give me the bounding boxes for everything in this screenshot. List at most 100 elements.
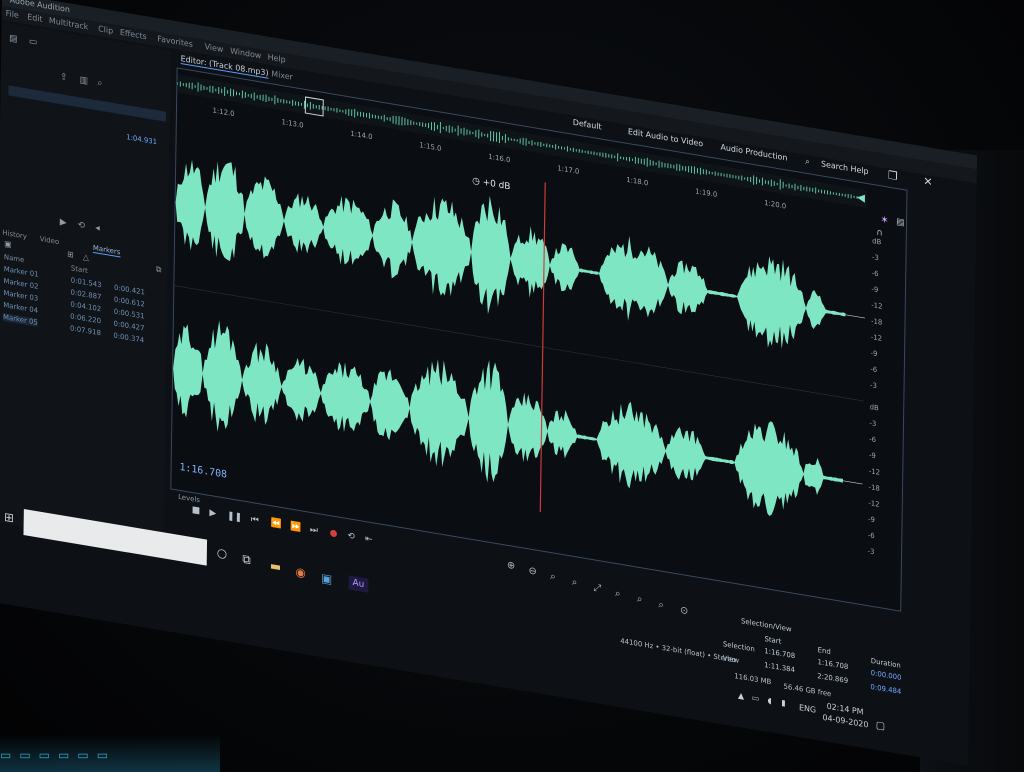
keyboard-keys: ▭▭▭▭▭▭ bbox=[0, 748, 117, 762]
marker-start: 0:01.543 bbox=[70, 276, 102, 290]
play-icon[interactable]: ▶ bbox=[60, 217, 67, 228]
ruler-tick-label: 1:20.0 bbox=[764, 198, 787, 211]
view-duration[interactable]: 0:09.484 bbox=[870, 683, 901, 696]
spectral-icon[interactable]: ✶ bbox=[880, 214, 888, 226]
files-icon[interactable]: ▤ bbox=[9, 33, 18, 44]
current-time-display: 1:16.708 bbox=[179, 461, 228, 481]
volume-icon[interactable]: ◂ bbox=[95, 223, 100, 234]
search-icon[interactable]: ⌕ bbox=[805, 157, 810, 168]
left-panels: ▤ ▭ ⇪ ▥ ⌕ 1:04.931 ▶ ⟲ ◂ History Video M… bbox=[0, 22, 171, 551]
zoom-in-time-icon[interactable]: ⌕ bbox=[550, 571, 556, 583]
delete-marker-icon[interactable]: ▣ bbox=[4, 239, 12, 249]
tray-chevron-icon[interactable]: ▲ bbox=[738, 691, 744, 701]
marker-duration: 0:00.421 bbox=[114, 283, 145, 297]
restore-icon[interactable]: ❐ bbox=[888, 169, 898, 184]
loop-icon[interactable]: ⟲ bbox=[347, 531, 355, 542]
table-row[interactable]: Marker 05 0:07.918 0:00.374 bbox=[2, 312, 144, 345]
zoom-out-time-icon[interactable]: ⌕ bbox=[572, 577, 578, 589]
zoom-reset-icon[interactable]: ⊙ bbox=[680, 605, 688, 617]
play-icon[interactable]: ▶ bbox=[209, 508, 216, 519]
level-icon[interactable]: ▥ bbox=[80, 75, 89, 86]
column-name: Name bbox=[3, 252, 25, 265]
selection-duration[interactable]: 0:00.000 bbox=[871, 669, 902, 682]
ruler-tick-label: 1:12.0 bbox=[212, 106, 235, 119]
column-start: Start bbox=[70, 264, 88, 276]
marker-duration: 0:00.612 bbox=[113, 295, 145, 309]
rewind-icon[interactable]: ⏪ bbox=[270, 518, 281, 530]
zoom-in-point-icon[interactable]: ⌕ bbox=[637, 594, 643, 606]
browser-icon[interactable]: ◉ bbox=[295, 564, 306, 580]
record-icon[interactable]: ● bbox=[330, 528, 338, 539]
selection-start[interactable]: 1:16.708 bbox=[764, 647, 795, 660]
menu-help[interactable]: Help bbox=[268, 53, 286, 65]
view-end[interactable]: 2:20.869 bbox=[817, 672, 848, 685]
levels-panel-label: Levels bbox=[178, 492, 200, 505]
db-label: -18 bbox=[868, 483, 880, 493]
ruler-tick-label: 1:16.0 bbox=[488, 152, 511, 165]
marker-duration: 0:00.427 bbox=[113, 319, 145, 333]
ruler-tick-label: 1:14.0 bbox=[350, 129, 373, 142]
loop-icon[interactable]: ⟲ bbox=[77, 220, 85, 231]
tray-battery-icon[interactable]: ▮ bbox=[781, 698, 785, 708]
file-explorer-icon[interactable]: ▬ bbox=[270, 558, 281, 574]
tab-markers[interactable]: Markers bbox=[92, 243, 121, 258]
db-label: -3 bbox=[869, 381, 877, 391]
cortana-icon[interactable]: ○ bbox=[217, 545, 228, 561]
db-label: -9 bbox=[867, 515, 875, 525]
add-marker-icon[interactable]: ⊞ bbox=[67, 250, 74, 260]
import-icon[interactable]: ⇪ bbox=[60, 72, 68, 83]
selection-end[interactable]: 1:16.708 bbox=[817, 658, 848, 671]
folder-icon[interactable]: ▭ bbox=[29, 37, 38, 48]
zoom-out-point-icon[interactable]: ⌕ bbox=[658, 599, 664, 611]
panel-menu-icon[interactable]: ▤ bbox=[896, 217, 905, 228]
merge-marker-icon[interactable]: △ bbox=[83, 252, 89, 262]
goto-end-icon[interactable]: ⏭ bbox=[310, 525, 318, 536]
export-marker-icon[interactable]: ⧉ bbox=[156, 264, 162, 275]
file-list-item[interactable] bbox=[8, 85, 167, 122]
marker-name: Marker 03 bbox=[3, 288, 39, 303]
db-label: -18 bbox=[870, 317, 883, 327]
zoom-full-icon[interactable]: ⤢ bbox=[593, 582, 601, 594]
zoom-in-amplitude-icon[interactable]: ⊕ bbox=[507, 560, 515, 572]
view-start[interactable]: 1:11.384 bbox=[764, 661, 795, 674]
tray-volume-icon[interactable]: ◖ bbox=[767, 696, 771, 706]
skip-selection-icon[interactable]: ⇤ bbox=[365, 534, 373, 545]
audition-taskbar-icon[interactable]: Au bbox=[348, 575, 369, 593]
menu-view[interactable]: View bbox=[205, 42, 224, 54]
windows-start-icon[interactable]: ⊞ bbox=[4, 510, 14, 526]
panel-title: Selection/View bbox=[741, 617, 792, 634]
pause-icon[interactable]: ❚❚ bbox=[227, 511, 242, 523]
menu-file[interactable]: File bbox=[6, 9, 19, 20]
menu-favorites[interactable]: Favorites bbox=[157, 34, 193, 49]
store-icon[interactable]: ▣ bbox=[321, 571, 332, 587]
task-view-icon[interactable]: ⧉ bbox=[242, 552, 251, 568]
action-center-icon[interactable]: ▢ bbox=[876, 720, 885, 733]
fast-forward-icon[interactable]: ⏩ bbox=[290, 522, 301, 534]
file-format-info: 44100 Hz • 32-bit (float) • Stereo bbox=[620, 636, 736, 665]
table-row[interactable]: Marker 02 0:02.887 0:00.612 bbox=[4, 277, 145, 309]
menu-effects[interactable]: Effects bbox=[120, 28, 147, 41]
right-channel-waveform bbox=[173, 320, 843, 516]
tab-video[interactable]: Video bbox=[40, 235, 59, 246]
menu-clip[interactable]: Clip bbox=[98, 24, 113, 35]
table-row[interactable]: Marker 04 0:06.220 0:00.427 bbox=[3, 301, 144, 333]
db-label: -12 bbox=[870, 333, 883, 343]
db-label: -12 bbox=[868, 499, 880, 509]
menu-edit[interactable]: Edit bbox=[27, 12, 42, 24]
db-label: -6 bbox=[867, 531, 875, 541]
db-label: -9 bbox=[868, 451, 876, 461]
headphone-icon[interactable]: ∩ bbox=[876, 228, 883, 239]
tab-mixer[interactable]: Mixer bbox=[271, 69, 293, 82]
stop-icon[interactable]: ■ bbox=[192, 505, 201, 516]
zoom-out-amplitude-icon[interactable]: ⊖ bbox=[528, 565, 536, 577]
menu-window[interactable]: Window bbox=[230, 46, 261, 60]
search-icon[interactable]: ⌕ bbox=[97, 78, 102, 89]
zoom-selection-icon[interactable]: ⌕ bbox=[615, 588, 621, 600]
ruler-tick-label: 1:17.0 bbox=[557, 164, 580, 176]
goto-start-icon[interactable]: ⏮ bbox=[251, 515, 259, 526]
marker-start: 0:07.918 bbox=[69, 324, 101, 338]
table-row[interactable]: Marker 03 0:04.102 0:00.531 bbox=[3, 288, 144, 321]
close-icon[interactable]: ✕ bbox=[923, 174, 932, 189]
table-row[interactable]: Marker 01 0:01.543 0:00.421 bbox=[4, 265, 145, 297]
tray-network-icon[interactable]: ▭ bbox=[752, 693, 760, 703]
